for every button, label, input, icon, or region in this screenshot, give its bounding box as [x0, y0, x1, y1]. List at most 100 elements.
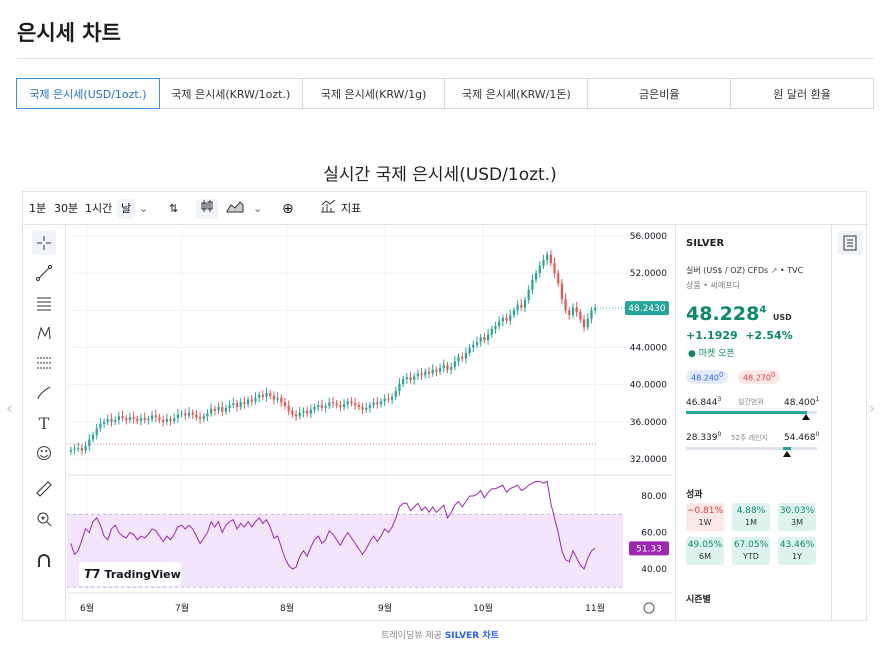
- candle-body: [202, 416, 205, 420]
- pattern-icon[interactable]: [32, 321, 56, 345]
- candle-body: [424, 371, 427, 376]
- chart-toolbar: 1분 30분 1시간 날 ⌄ ⇅ ⌄ ⊕ 지표: [23, 192, 868, 225]
- crosshair-icon[interactable]: [32, 231, 56, 255]
- chart-caption: 트레이딩뷰 제공 SILVER 차트: [0, 628, 880, 641]
- candle-body: [331, 402, 335, 404]
- price-tick-label: 32.0000: [630, 455, 667, 465]
- candle-body: [494, 326, 497, 329]
- candle-body: [206, 413, 209, 417]
- interval-1h-button[interactable]: 1시간: [85, 199, 112, 219]
- candle-body: [317, 405, 320, 407]
- area-style-icon[interactable]: [226, 199, 244, 219]
- last-price: 48.228: [686, 303, 760, 325]
- candle-body: [520, 304, 523, 308]
- tab-usd-ozt[interactable]: 국제 은시세(USD/1ozt.): [16, 78, 160, 109]
- add-symbol-icon[interactable]: ⊕: [282, 199, 294, 219]
- symbol-category: 상품 • 씨에프디: [686, 281, 740, 290]
- price-tick-label: 52.0000: [630, 269, 667, 279]
- candle-body: [553, 262, 556, 274]
- candle-body: [88, 439, 91, 446]
- carousel-prev-icon[interactable]: ‹: [6, 398, 13, 419]
- candle-body: [91, 434, 95, 440]
- tradingview-widget: 1분 30분 1시간 날 ⌄ ⇅ ⌄ ⊕ 지표 T ☺ 56.0000 52.0…: [22, 191, 868, 621]
- candle-body: [232, 403, 235, 406]
- external-link-icon[interactable]: ↗: [771, 266, 778, 275]
- candle-body: [475, 341, 479, 345]
- candle-body: [546, 254, 549, 261]
- candle-body: [346, 401, 349, 405]
- day-range-marker: [802, 414, 810, 420]
- watchlist-icon[interactable]: [837, 231, 863, 255]
- candle-body: [154, 415, 157, 418]
- candle-body: [165, 419, 168, 422]
- magnet-icon[interactable]: [32, 549, 56, 573]
- ruler-icon[interactable]: [32, 477, 56, 501]
- candle-body: [169, 419, 172, 421]
- candle-body: [228, 405, 231, 408]
- candle-body: [557, 273, 560, 284]
- interval-dropdown-icon[interactable]: ⌄: [139, 199, 148, 219]
- tab-krw-g[interactable]: 국제 은시세(KRW/1g): [302, 78, 446, 109]
- candle-body: [309, 409, 312, 414]
- candle-style-icon[interactable]: [196, 199, 218, 219]
- candle-body: [453, 361, 456, 368]
- tradingview-logo[interactable]: 𝙏7 TradingView: [79, 562, 181, 586]
- candle-body: [217, 406, 220, 411]
- candle-body: [235, 403, 239, 407]
- indicators-button[interactable]: 지표: [341, 199, 361, 219]
- perf-6m: 49.05% 6M: [686, 537, 724, 565]
- candle-body: [523, 300, 527, 308]
- style-dropdown-icon[interactable]: ⌄: [253, 199, 262, 219]
- time-tick-label: 11월: [585, 602, 605, 614]
- tab-krw-don[interactable]: 국제 은시세(KRW/1돈): [445, 78, 589, 109]
- price-change-pct: +2.54%: [745, 329, 793, 342]
- indicators-icon[interactable]: [320, 199, 336, 219]
- candle-body: [84, 445, 87, 451]
- interval-1m-button[interactable]: 1분: [29, 199, 46, 219]
- candle-body: [387, 398, 390, 400]
- emoji-icon[interactable]: ☺: [32, 441, 56, 465]
- candle-body: [413, 376, 416, 381]
- fib-retracement-icon[interactable]: [32, 291, 56, 315]
- candle-body: [534, 273, 538, 280]
- candle-body: [542, 260, 545, 266]
- brush-icon[interactable]: [32, 381, 56, 405]
- rsi-tick-label: 80.00: [641, 492, 667, 502]
- zoom-in-icon[interactable]: [32, 507, 56, 531]
- tab-krw-ozt[interactable]: 국제 은시세(KRW/1ozt.): [159, 78, 303, 109]
- trendline-icon[interactable]: [32, 261, 56, 285]
- candle-body: [147, 419, 150, 421]
- candle-body: [365, 407, 368, 410]
- symbol-info-panel: SILVER 실버 (US$ / OZ) CFDs ↗ • TVC 상품 • 씨…: [675, 225, 830, 621]
- candle-body: [383, 398, 386, 402]
- caption-link[interactable]: SILVER 차트: [445, 631, 499, 641]
- candle-body: [457, 356, 460, 362]
- projection-icon[interactable]: [32, 351, 56, 375]
- candle-body: [361, 406, 364, 410]
- drawing-toolbar: T ☺: [23, 225, 66, 621]
- interval-day-button[interactable]: 날: [117, 199, 136, 219]
- tab-usd-krw-rate[interactable]: 원 달러 환율: [731, 78, 874, 109]
- candle-body: [483, 337, 486, 341]
- candle-body: [376, 402, 379, 405]
- candle-body: [579, 312, 582, 320]
- compare-icon[interactable]: ⇅: [169, 199, 178, 219]
- settings-gear-icon[interactable]: [643, 602, 655, 614]
- candle-body: [162, 419, 165, 422]
- candle-body: [398, 383, 401, 392]
- candle-body: [210, 408, 213, 414]
- perf-3m: 30.03% 3M: [778, 503, 816, 531]
- price-tick-label: 36.0000: [630, 418, 667, 428]
- day-range-track: [686, 411, 817, 414]
- candle-body: [298, 412, 301, 417]
- candle-body: [294, 414, 298, 417]
- tab-gold-silver-ratio[interactable]: 금은비율: [588, 78, 732, 109]
- candle-body: [531, 279, 534, 290]
- chart-plot-area[interactable]: 56.000052.000048.000044.000040.000036.00…: [67, 225, 673, 621]
- text-tool-icon[interactable]: T: [32, 411, 56, 435]
- interval-30m-button[interactable]: 30분: [54, 199, 78, 219]
- chart-heading: 실시간 국제 은시세(USD/1ozt.): [323, 165, 557, 185]
- last-price-sup: 4: [759, 304, 767, 316]
- candle-body: [571, 307, 575, 315]
- carousel-next-icon[interactable]: ›: [868, 398, 875, 419]
